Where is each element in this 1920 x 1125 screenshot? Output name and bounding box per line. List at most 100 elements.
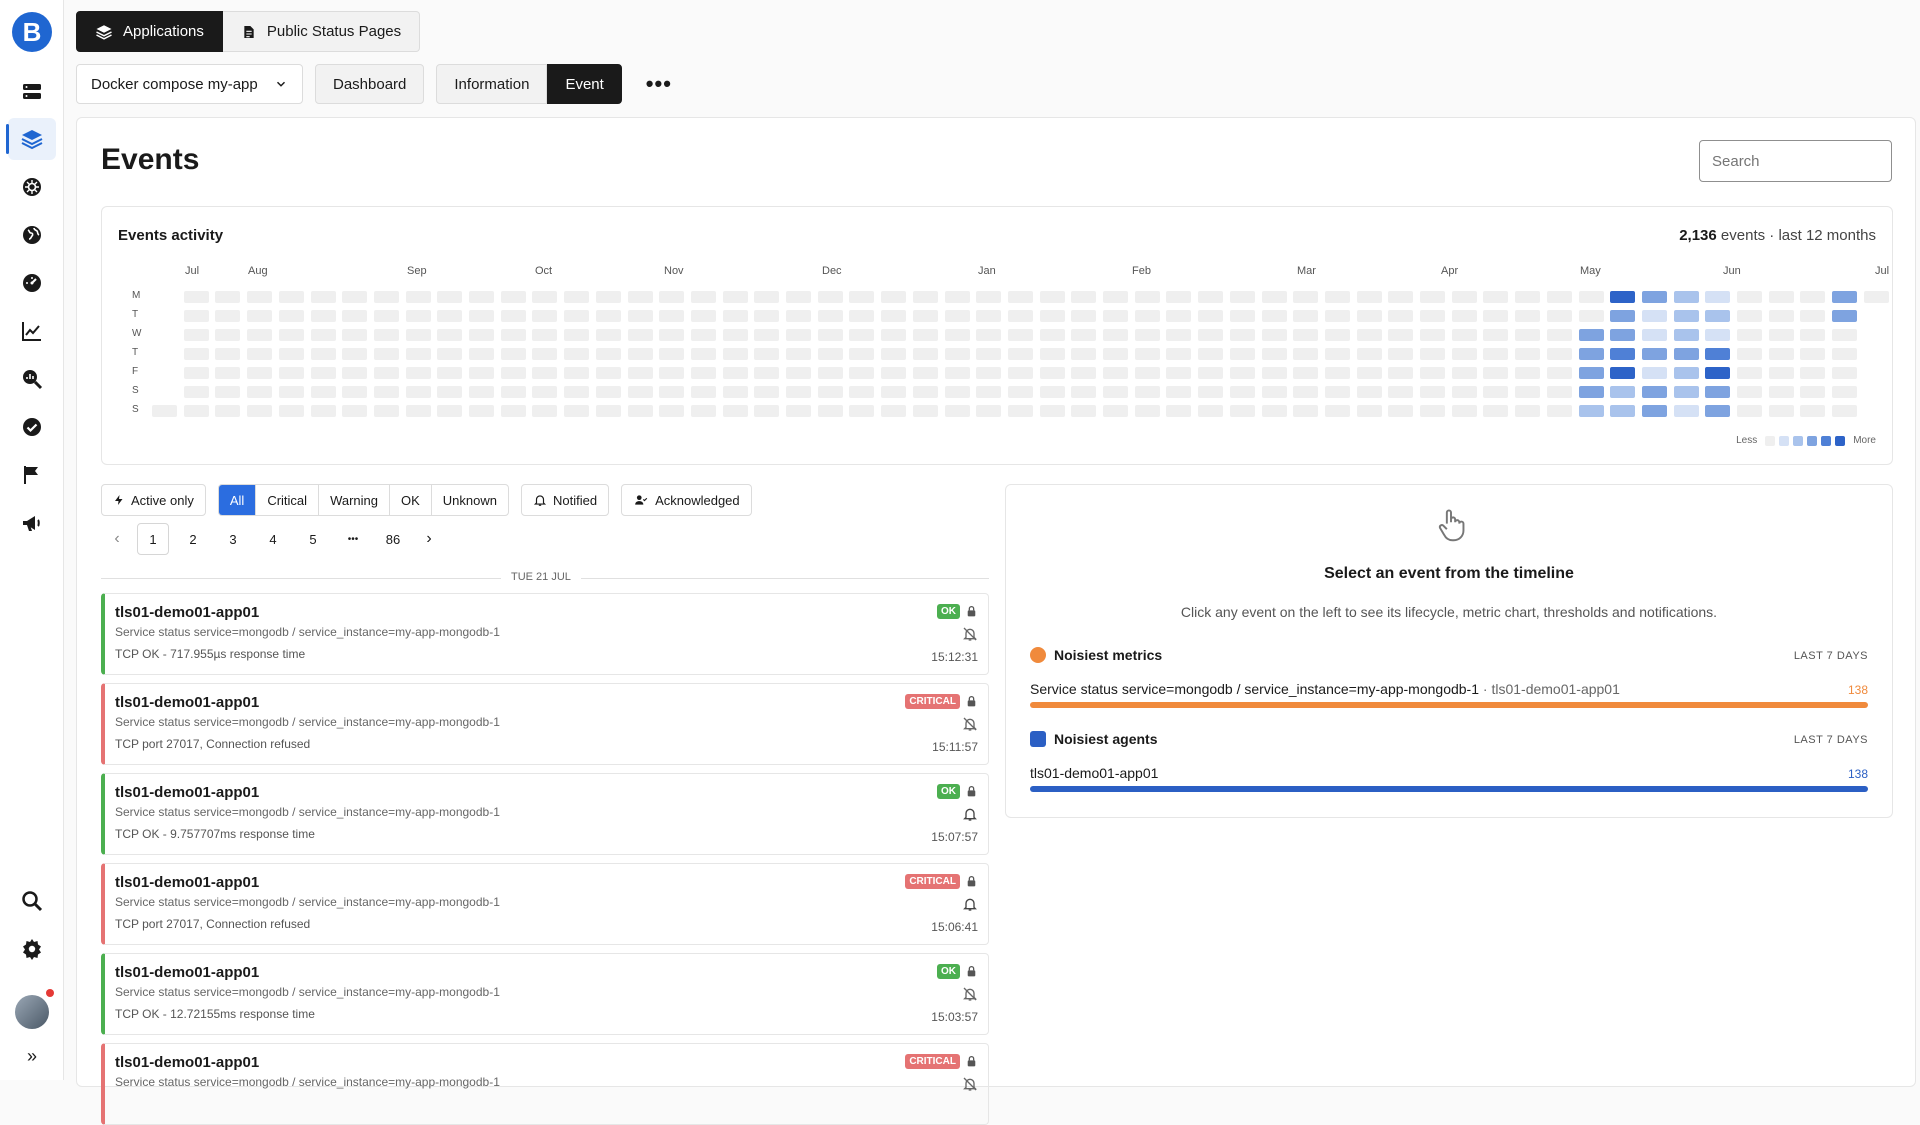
activity-cell[interactable] [437,310,463,322]
activity-cell[interactable] [849,405,875,417]
activity-cell[interactable] [1198,329,1224,341]
activity-cell[interactable] [690,405,716,417]
activity-cell[interactable] [1324,329,1350,341]
activity-cell[interactable] [786,405,811,417]
activity-cell[interactable] [1324,386,1350,398]
activity-cell[interactable] [659,310,685,322]
activity-cell[interactable] [690,386,716,398]
activity-cell[interactable] [1610,405,1636,417]
activity-cell[interactable] [754,291,780,303]
activity-cell[interactable] [469,405,494,417]
noisiest-metric-row[interactable]: Service status service=mongodb / service… [1030,681,1620,697]
activity-cell[interactable] [1673,329,1699,341]
activity-cell[interactable] [1229,329,1255,341]
activity-cell[interactable] [1737,291,1762,303]
activity-cell[interactable] [532,386,558,398]
activity-cell[interactable] [215,291,241,303]
activity-cell[interactable] [1293,329,1319,341]
activity-cell[interactable] [881,310,907,322]
activity-cell[interactable] [215,348,241,360]
activity-cell[interactable] [595,329,621,341]
activity-cell[interactable] [405,405,431,417]
activity-cell[interactable] [1039,405,1065,417]
activity-cell[interactable] [469,386,494,398]
activity-cell[interactable] [1768,386,1794,398]
activity-cell[interactable] [1229,291,1255,303]
activity-cell[interactable] [1103,386,1128,398]
activity-cell[interactable] [1673,405,1699,417]
activity-cell[interactable] [1483,367,1509,379]
activity-cell[interactable] [1832,405,1858,417]
status-filter-unknown[interactable]: Unknown [432,485,508,515]
activity-cell[interactable] [627,329,653,341]
activity-cell[interactable] [976,386,1002,398]
activity-cell[interactable] [786,291,811,303]
activity-cell[interactable] [754,348,780,360]
activity-cell[interactable] [1324,405,1350,417]
activity-cell[interactable] [1515,405,1541,417]
activity-cell[interactable] [532,405,558,417]
activity-cell[interactable] [1103,310,1128,322]
activity-cell[interactable] [215,329,241,341]
activity-cell[interactable] [912,367,938,379]
activity-cell[interactable] [1451,310,1477,322]
activity-cell[interactable] [849,291,875,303]
search-icon[interactable] [8,880,56,922]
activity-cell[interactable] [500,405,526,417]
activity-cell[interactable] [976,291,1002,303]
activity-cell[interactable] [1324,348,1350,360]
activity-cell[interactable] [1705,348,1731,360]
bleemeo-logo[interactable]: B [12,12,52,52]
activity-cell[interactable] [1673,310,1699,322]
activity-cell[interactable] [817,329,843,341]
activity-cell[interactable] [247,405,273,417]
activity-cell[interactable] [469,310,494,322]
activity-cell[interactable] [1261,291,1287,303]
activity-cell[interactable] [1515,386,1541,398]
activity-cell[interactable] [247,291,273,303]
activity-cell[interactable] [278,291,304,303]
activity-cell[interactable] [500,291,526,303]
activity-cell[interactable] [1039,310,1065,322]
activity-cell[interactable] [1800,310,1826,322]
activity-cell[interactable] [1673,291,1699,303]
activity-cell[interactable] [247,329,273,341]
activity-cell[interactable] [944,348,970,360]
activity-cell[interactable] [1768,310,1794,322]
event-card[interactable]: tls01-demo01-app01 Service status service… [101,863,989,945]
activity-cell[interactable] [1071,405,1097,417]
activity-cell[interactable] [1166,291,1192,303]
activity-cell[interactable] [1229,386,1255,398]
activity-cell[interactable] [1388,367,1414,379]
activity-cell[interactable] [278,348,304,360]
activity-cell[interactable] [1198,405,1224,417]
activity-cell[interactable] [1800,405,1826,417]
activity-cell[interactable] [247,348,273,360]
activity-cell[interactable] [1768,329,1794,341]
activity-cell[interactable] [690,329,716,341]
activity-cell[interactable] [1388,291,1414,303]
activity-cell[interactable] [1578,291,1604,303]
event-card[interactable]: tls01-demo01-app01 Service status service… [101,1043,989,1125]
activity-cell[interactable] [881,405,907,417]
activity-cell[interactable] [1483,386,1509,398]
activity-cell[interactable] [437,367,463,379]
activity-cell[interactable] [1261,310,1287,322]
activity-cell[interactable] [1324,310,1350,322]
activity-cell[interactable] [1641,348,1667,360]
activity-cell[interactable] [500,329,526,341]
activity-cell[interactable] [1007,310,1033,322]
activity-cell[interactable] [1483,405,1509,417]
activity-cell[interactable] [1546,348,1572,360]
activity-cell[interactable] [595,386,621,398]
activity-cell[interactable] [532,310,558,322]
activity-cell[interactable] [786,310,811,322]
activity-cell[interactable] [342,291,368,303]
activity-cell[interactable] [1198,386,1224,398]
activity-cell[interactable] [1578,329,1604,341]
activity-cell[interactable] [564,291,590,303]
activity-cell[interactable] [183,348,209,360]
activity-cell[interactable] [183,367,209,379]
activity-cell[interactable] [1832,386,1858,398]
activity-cell[interactable] [1737,329,1762,341]
